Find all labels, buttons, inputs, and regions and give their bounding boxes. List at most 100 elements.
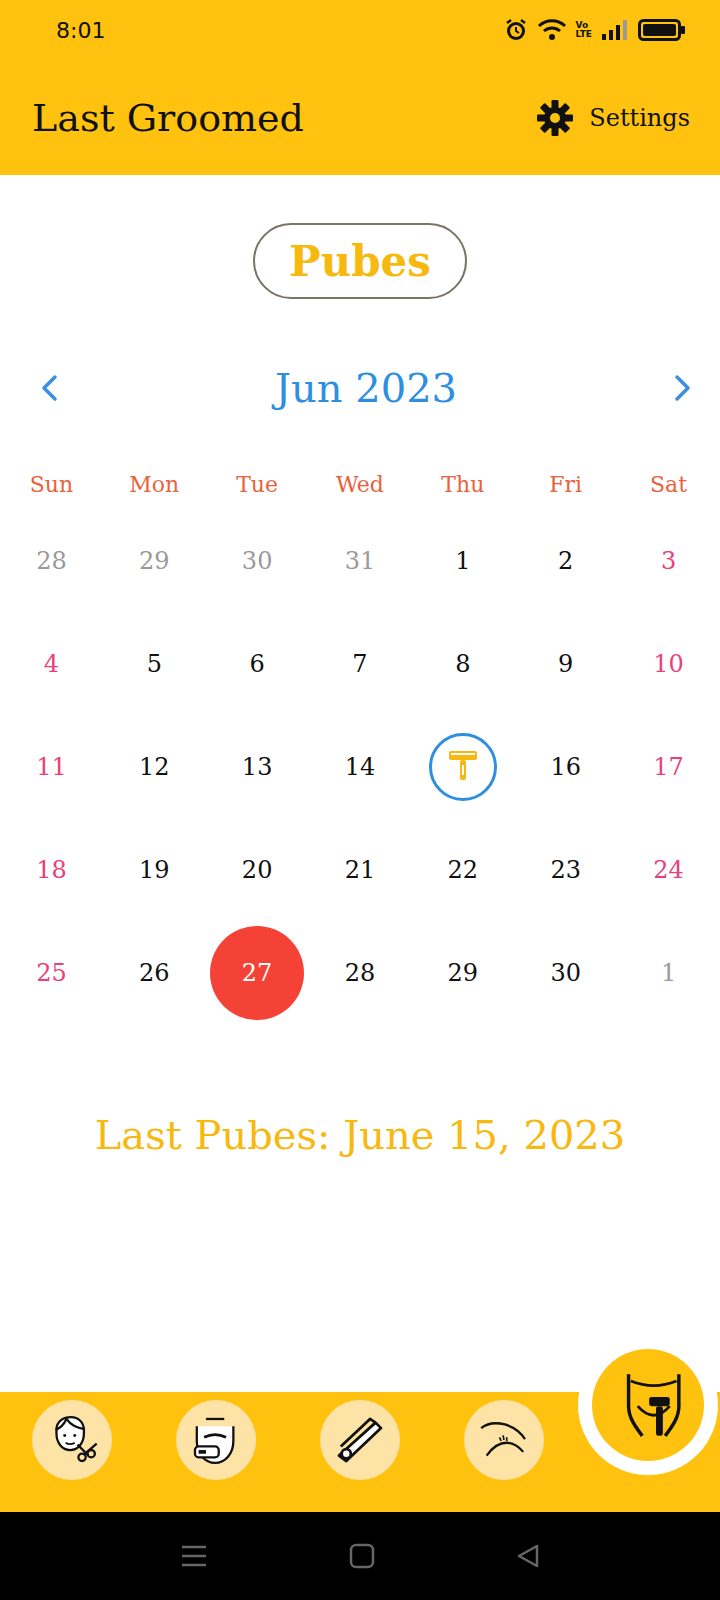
day-number[interactable]: 13 [242,753,273,781]
prev-month-button[interactable] [36,371,62,405]
day-number[interactable]: 18 [36,856,67,884]
day-cell[interactable]: 1 [617,959,720,987]
day-cell[interactable]: 10 [617,650,720,678]
day-number[interactable]: 29 [448,959,479,987]
day-number[interactable]: 3 [661,547,676,575]
nav-item[interactable] [576,1349,720,1461]
nail-clipper-icon[interactable] [328,1408,392,1472]
nav-button[interactable] [176,1400,256,1480]
day-number[interactable]: 27 [242,959,273,987]
day-cell[interactable]: 19 [103,856,206,884]
nav-item[interactable] [0,1400,144,1480]
day-cell[interactable]: 31 [309,547,412,575]
day-cell[interactable]: 2 [514,547,617,575]
day-cell[interactable]: 6 [206,650,309,678]
day-cell[interactable]: 8 [411,650,514,678]
day-number[interactable]: 29 [139,547,170,575]
day-number[interactable]: 28 [345,959,376,987]
nav-item[interactable] [144,1400,288,1480]
beard-icon[interactable] [184,1408,248,1472]
day-number[interactable]: 2 [558,547,573,575]
day-cell[interactable]: 9 [514,650,617,678]
day-number[interactable]: 17 [653,753,684,781]
razor-icon[interactable] [443,747,483,787]
day-cell[interactable]: 23 [514,856,617,884]
day-number[interactable]: 4 [44,650,59,678]
day-cell[interactable]: 30 [514,959,617,987]
pubes-icon[interactable] [608,1365,688,1445]
groomed-marker[interactable] [429,733,497,801]
haircut-icon[interactable] [40,1408,104,1472]
day-number[interactable]: 31 [345,547,376,575]
day-number[interactable]: 19 [139,856,170,884]
day-number[interactable]: 5 [147,650,162,678]
day-cell[interactable]: 30 [206,547,309,575]
day-cell[interactable]: 5 [103,650,206,678]
day-cell[interactable]: 3 [617,547,720,575]
day-number[interactable]: 28 [36,547,67,575]
day-number[interactable]: 6 [249,650,264,678]
day-cell[interactable]: 11 [0,753,103,781]
nav-button[interactable] [592,1349,704,1461]
weekday-label: Wed [309,472,412,497]
recents-icon[interactable] [180,1543,208,1569]
day-cell[interactable]: 27 [206,926,309,1020]
home-icon[interactable] [349,1543,375,1569]
day-cell[interactable]: 17 [617,753,720,781]
day-number[interactable]: 9 [558,650,573,678]
day-cell[interactable]: 22 [411,856,514,884]
day-number[interactable]: 12 [139,753,170,781]
day-number[interactable]: 11 [36,753,67,781]
day-number[interactable]: 7 [352,650,367,678]
day-number[interactable]: 25 [36,959,67,987]
nav-button[interactable] [464,1400,544,1480]
nav-item[interactable] [432,1400,576,1480]
today-marker[interactable]: 27 [210,926,304,1020]
day-cell[interactable]: 24 [617,856,720,884]
day-cell[interactable]: 1 [411,547,514,575]
day-number[interactable]: 1 [661,959,676,987]
gear-icon[interactable] [535,98,575,138]
day-number[interactable]: 16 [550,753,581,781]
day-number[interactable]: 23 [550,856,581,884]
day-cell[interactable] [411,733,514,801]
day-cell[interactable]: 26 [103,959,206,987]
day-number[interactable]: 21 [345,856,376,884]
nav-item[interactable] [288,1400,432,1480]
day-cell[interactable]: 13 [206,753,309,781]
weekday-label: Sun [0,472,103,497]
day-number[interactable]: 8 [455,650,470,678]
day-cell[interactable]: 21 [309,856,412,884]
day-cell[interactable]: 16 [514,753,617,781]
nav-button[interactable] [320,1400,400,1480]
day-cell[interactable]: 28 [309,959,412,987]
settings-button[interactable]: Settings [535,98,690,138]
day-number[interactable]: 1 [455,547,470,575]
next-month-button[interactable] [670,371,696,405]
category-button[interactable]: Pubes [253,223,467,299]
settings-label[interactable]: Settings [589,104,690,132]
day-cell[interactable]: 29 [103,547,206,575]
day-number[interactable]: 24 [653,856,684,884]
day-cell[interactable]: 18 [0,856,103,884]
back-icon[interactable] [516,1543,540,1569]
day-number[interactable]: 22 [448,856,479,884]
chevron-left-icon[interactable] [40,374,58,402]
day-cell[interactable]: 25 [0,959,103,987]
day-number[interactable]: 30 [550,959,581,987]
day-number[interactable]: 10 [653,650,684,678]
day-cell[interactable]: 12 [103,753,206,781]
nav-button[interactable] [32,1400,112,1480]
day-cell[interactable]: 20 [206,856,309,884]
day-cell[interactable]: 28 [0,547,103,575]
day-number[interactable]: 26 [139,959,170,987]
day-cell[interactable]: 4 [0,650,103,678]
day-number[interactable]: 20 [242,856,273,884]
day-number[interactable]: 30 [242,547,273,575]
day-cell[interactable]: 29 [411,959,514,987]
armpit-icon[interactable] [472,1408,536,1472]
day-cell[interactable]: 14 [309,753,412,781]
day-cell[interactable]: 7 [309,650,412,678]
chevron-right-icon[interactable] [674,374,692,402]
day-number[interactable]: 14 [345,753,376,781]
